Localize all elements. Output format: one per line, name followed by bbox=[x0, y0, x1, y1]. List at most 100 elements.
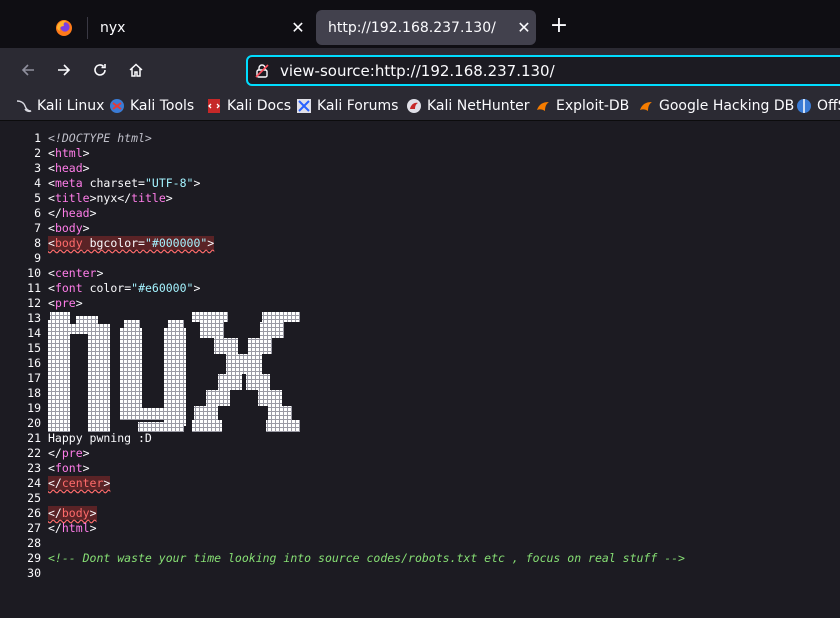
reload-button[interactable] bbox=[88, 58, 112, 82]
bookmark-kali-docs[interactable]: Kali Docs bbox=[206, 96, 291, 116]
bookmark-label: Exploit-DB bbox=[556, 98, 630, 114]
error-highlight: </body> bbox=[48, 506, 97, 520]
tag-name: head bbox=[54, 161, 83, 175]
line-number: 3 bbox=[34, 161, 41, 175]
line-number: 26 bbox=[27, 506, 41, 520]
bookmark-exploit-db[interactable]: Exploit-DB bbox=[535, 96, 629, 116]
line-number: 7 bbox=[34, 221, 41, 235]
line-number: 22 bbox=[27, 446, 41, 460]
line-number: 1 bbox=[34, 131, 41, 145]
tag-name: body bbox=[61, 506, 90, 520]
line-number: 11 bbox=[27, 281, 41, 295]
bookmark-google-hacking-db[interactable]: Google Hacking DB bbox=[638, 96, 794, 116]
tab-title: http://192.168.237.130/ bbox=[328, 19, 496, 36]
offsec-icon bbox=[797, 99, 811, 113]
attribute-value: "#000000" bbox=[144, 236, 208, 250]
tab-bar: nyx ✕ http://192.168.237.130/ ✕ + bbox=[0, 0, 840, 48]
attribute-name: charset bbox=[89, 176, 139, 190]
bookmark-label: Kali Docs bbox=[227, 98, 292, 114]
line-number: 14 bbox=[27, 326, 41, 340]
back-button[interactable] bbox=[16, 58, 40, 82]
pre-text: Happy pwning :D bbox=[48, 431, 152, 445]
tag-name: html bbox=[61, 521, 90, 535]
line-number: 29 bbox=[27, 551, 41, 565]
line-number: 9 bbox=[34, 251, 41, 265]
line-number: 27 bbox=[27, 521, 41, 535]
bookmark-kali-nethunter[interactable]: Kali NetHunter bbox=[406, 96, 529, 116]
exploit-db-icon bbox=[537, 102, 549, 111]
tag-name: body bbox=[54, 236, 83, 250]
tag-name: html bbox=[54, 146, 83, 160]
bookmark-kali-forums[interactable]: Kali Forums bbox=[296, 96, 398, 116]
ghdb-icon bbox=[640, 102, 652, 111]
tag-name: head bbox=[61, 206, 90, 220]
line-number: 23 bbox=[27, 461, 41, 475]
url-bar[interactable]: view-source:http://192.168.237.130/ bbox=[246, 55, 840, 86]
line-number: 24 bbox=[27, 476, 41, 490]
arrow-left-icon bbox=[21, 64, 34, 76]
close-tab-icon[interactable]: ✕ bbox=[286, 18, 310, 37]
bookmark-kali-linux[interactable]: Kali Linux bbox=[16, 96, 104, 116]
tag-name: center bbox=[54, 266, 97, 280]
new-tab-button[interactable]: + bbox=[546, 14, 572, 40]
view-source-content: 1 <!DOCTYPE html> 2 <html> 3 <head> 4 <meta … bbox=[0, 121, 840, 618]
error-highlight: <body bgcolor="#000000"> bbox=[48, 236, 215, 250]
insecure-lock-icon[interactable] bbox=[254, 63, 270, 83]
home-icon bbox=[129, 63, 143, 77]
bookmark-label: Google Hacking DB bbox=[659, 98, 795, 114]
tag-name: title bbox=[131, 191, 166, 205]
line-number: 2 bbox=[34, 146, 41, 160]
line-number: 28 bbox=[27, 536, 41, 550]
line-number: 15 bbox=[27, 341, 41, 355]
tab-nyx[interactable]: nyx ✕ bbox=[88, 10, 310, 45]
tag-name: center bbox=[61, 476, 104, 490]
attribute-value: "UTF-8" bbox=[144, 176, 194, 190]
ascii-art-nyx: nyx bbox=[48, 312, 300, 432]
tab-title: nyx bbox=[100, 19, 126, 36]
kali-dragon-icon bbox=[16, 100, 32, 113]
line-number: 25 bbox=[27, 491, 41, 505]
tag-name: pre bbox=[61, 446, 83, 460]
attribute-value: "#e60000" bbox=[131, 281, 194, 295]
bookmark-kali-tools[interactable]: Kali Tools bbox=[109, 96, 194, 116]
bookmark-label: Kali Forums bbox=[317, 98, 399, 114]
error-highlight: </center> bbox=[48, 476, 111, 490]
tag-name: meta bbox=[54, 176, 83, 190]
kali-docs-icon bbox=[208, 99, 220, 113]
tab-view-source[interactable]: http://192.168.237.130/ ✕ bbox=[316, 10, 536, 45]
bookmark-label: Kali Linux bbox=[37, 98, 105, 114]
attribute-name: bgcolor bbox=[89, 236, 139, 250]
firefox-view-button[interactable] bbox=[40, 10, 88, 46]
reload-icon bbox=[94, 64, 106, 76]
line-number: 30 bbox=[27, 566, 41, 580]
tag-name: pre bbox=[54, 296, 76, 310]
line-number: 13 bbox=[27, 311, 41, 325]
html-comment: <!-- Dont waste your time looking into s… bbox=[48, 551, 685, 565]
line-number: 4 bbox=[34, 176, 41, 190]
home-button[interactable] bbox=[124, 58, 148, 82]
tag-name: font bbox=[54, 281, 83, 295]
bookmark-label: Kali NetHunter bbox=[427, 98, 530, 114]
line-number: 16 bbox=[27, 356, 41, 370]
forward-button[interactable] bbox=[52, 58, 76, 82]
bookmark-label: OffS bbox=[817, 98, 840, 114]
line-number: 8 bbox=[34, 236, 41, 250]
line-number: 12 bbox=[27, 296, 41, 310]
bookmark-label: Kali Tools bbox=[130, 98, 195, 114]
line-number: 18 bbox=[27, 386, 41, 400]
tag-name: body bbox=[54, 221, 83, 235]
doctype: <!DOCTYPE html> bbox=[48, 131, 152, 145]
close-tab-icon[interactable]: ✕ bbox=[512, 18, 536, 37]
url-text[interactable]: view-source:http://192.168.237.130/ bbox=[280, 62, 555, 80]
bookmark-offsec[interactable]: OffS bbox=[796, 96, 840, 116]
line-number: 20 bbox=[27, 416, 41, 430]
line-number: 21 bbox=[27, 431, 41, 445]
firefox-icon bbox=[56, 20, 72, 36]
kali-tools-icon bbox=[110, 99, 124, 113]
line-number: 10 bbox=[27, 266, 41, 280]
tag-name: title bbox=[54, 191, 90, 205]
kali-forums-icon bbox=[297, 99, 311, 113]
line-number: 19 bbox=[27, 401, 41, 415]
attribute-name: color bbox=[89, 281, 125, 295]
bookmarks-toolbar: Kali Linux Kali Tools Kali Docs Kali For… bbox=[0, 92, 840, 121]
